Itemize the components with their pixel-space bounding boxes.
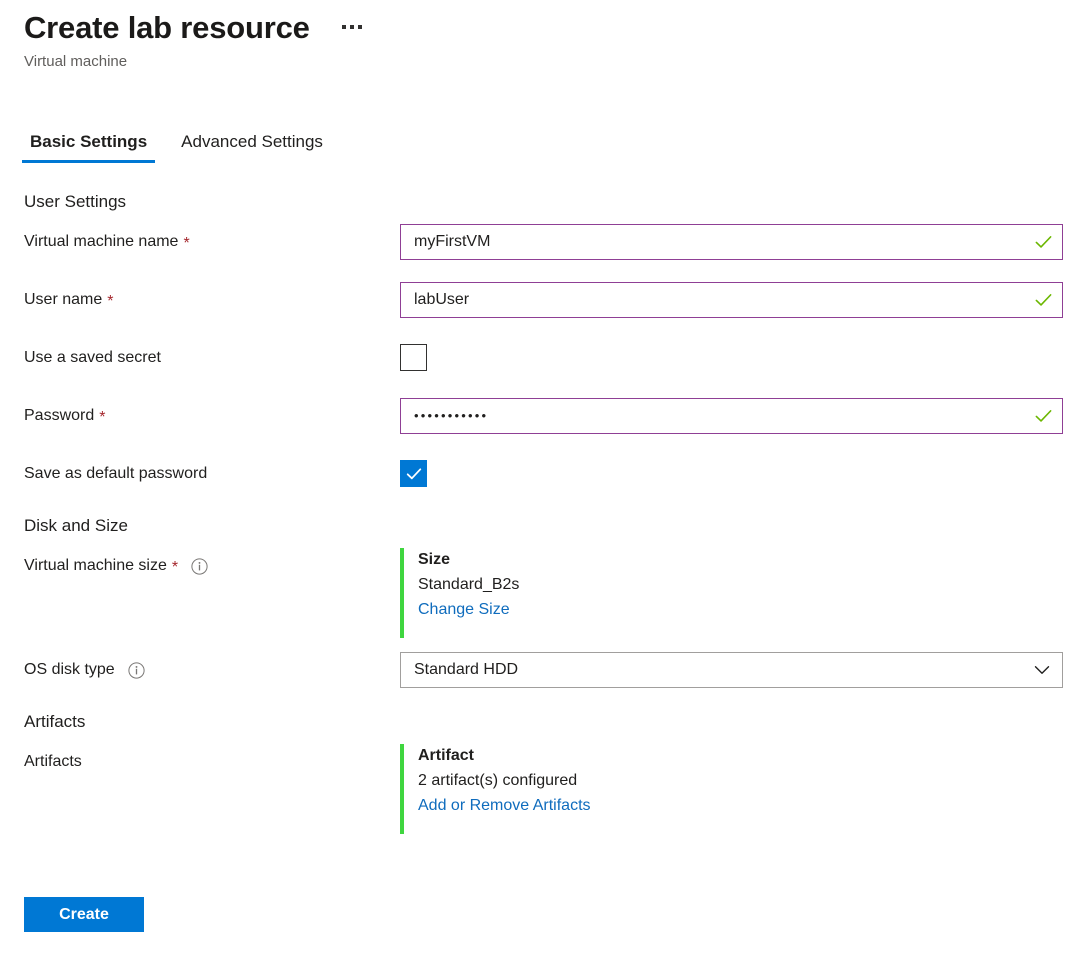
title-row: Create lab resource [24,8,364,48]
add-or-remove-artifacts-link[interactable]: Add or Remove Artifacts [418,793,591,819]
os-disk-type-label: OS disk type [24,652,400,681]
use-a-saved-secret-field-wrap [400,340,1064,371]
create-button[interactable]: Create [24,897,144,932]
virtual-machine-name-value: myFirstVM [414,233,491,250]
page-title: Create lab resource [24,10,310,45]
os-disk-type-selected-value: Standard HDD [414,661,519,678]
settings-tablist: Basic Settings Advanced Settings [22,130,349,163]
save-as-default-password-label: Save as default password [24,456,400,485]
virtual-machine-size-card-title: Size [418,551,451,568]
artifacts-label: Artifacts [24,744,400,773]
ellipsis-dot [349,25,354,29]
user-name-label: User name * [24,282,400,311]
basic-settings-form: User Settings Virtual machine name * myF… [24,190,1064,856]
artifacts-card-title: Artifact [418,747,475,764]
user-name-field-wrap: labUser [400,282,1064,318]
required-asterisk: * [107,293,114,310]
checkmark-icon [1035,294,1052,306]
field-row-artifacts: Artifacts Artifact 2 artifact(s) configu… [24,744,1064,834]
use-a-saved-secret-label-text: Use a saved secret [24,349,161,366]
field-row-os-disk-type: OS disk type Standard HDD [24,652,1064,688]
ellipsis-dot [341,25,346,29]
use-a-saved-secret-label: Use a saved secret [24,340,400,369]
required-asterisk: * [99,409,106,426]
required-asterisk: * [171,559,179,576]
save-as-default-password-label-text: Save as default password [24,465,208,482]
section-title-user-settings: User Settings [24,192,127,211]
virtual-machine-name-input[interactable]: myFirstVM [400,224,1063,260]
user-name-label-text: User name [24,291,103,308]
info-circle-icon[interactable] [191,557,208,575]
field-row-password: Password * ••••••••••• [24,398,1064,434]
os-disk-type-label-text: OS disk type [24,661,115,678]
create-lab-resource-page: Create lab resource Virtual machine Basi… [0,0,1088,962]
os-disk-type-field-wrap: Standard HDD [400,652,1064,688]
artifacts-card: Artifact 2 artifact(s) configured Add or… [400,744,1064,834]
field-row-use-a-saved-secret: Use a saved secret [24,340,1064,376]
virtual-machine-size-label-text: Virtual machine size [24,557,167,574]
virtual-machine-size-label: Virtual machine size * [24,548,400,577]
checkmark-icon [1035,236,1052,248]
field-row-virtual-machine-size: Virtual machine size * Size Standard_B2s… [24,548,1064,638]
virtual-machine-size-field-wrap: Size Standard_B2s Change Size [400,548,1064,638]
field-row-virtual-machine-name: Virtual machine name * myFirstVM [24,224,1064,260]
checkmark-icon [406,467,421,479]
password-input[interactable]: ••••••••••• [400,398,1063,434]
tab-basic-settings-label: Basic Settings [30,132,148,151]
section-title-disk-and-size: Disk and Size [24,516,128,535]
ellipsis-dot [357,25,362,29]
change-size-link[interactable]: Change Size [418,597,510,623]
artifacts-label-text: Artifacts [24,753,82,770]
artifacts-field-wrap: Artifact 2 artifact(s) configured Add or… [400,744,1064,834]
required-asterisk: * [183,235,190,252]
chevron-down-icon [1034,666,1050,674]
info-circle-icon[interactable] [128,661,145,679]
tab-basic-settings[interactable]: Basic Settings [22,130,156,163]
artifacts-card-value: 2 artifact(s) configured [418,772,578,789]
page-subtitle: Virtual machine [24,53,128,70]
user-name-input[interactable]: labUser [400,282,1063,318]
save-as-default-password-checkbox[interactable] [400,460,427,487]
virtual-machine-size-card: Size Standard_B2s Change Size [400,548,1064,638]
field-row-save-as-default-password: Save as default password [24,456,1064,492]
password-label: Password * [24,398,400,427]
user-name-value: labUser [414,291,470,308]
field-row-user-name: User name * labUser [24,282,1064,318]
section-title-artifacts: Artifacts [24,712,86,731]
virtual-machine-name-field-wrap: myFirstVM [400,224,1064,260]
use-a-saved-secret-checkbox[interactable] [400,344,427,371]
tab-advanced-settings[interactable]: Advanced Settings [173,130,331,163]
password-label-text: Password [24,407,95,424]
save-as-default-password-field-wrap [400,456,1064,487]
tab-advanced-settings-label: Advanced Settings [181,132,323,151]
password-field-wrap: ••••••••••• [400,398,1064,434]
password-value: ••••••••••• [414,408,489,423]
virtual-machine-name-label-text: Virtual machine name [24,233,179,250]
page-header: Create lab resource Virtual machine [24,8,364,73]
ellipsis-horizontal-icon[interactable] [340,22,364,32]
virtual-machine-size-card-value: Standard_B2s [418,576,520,593]
virtual-machine-name-label: Virtual machine name * [24,224,400,253]
checkmark-icon [1035,410,1052,422]
os-disk-type-dropdown[interactable]: Standard HDD [400,652,1063,688]
